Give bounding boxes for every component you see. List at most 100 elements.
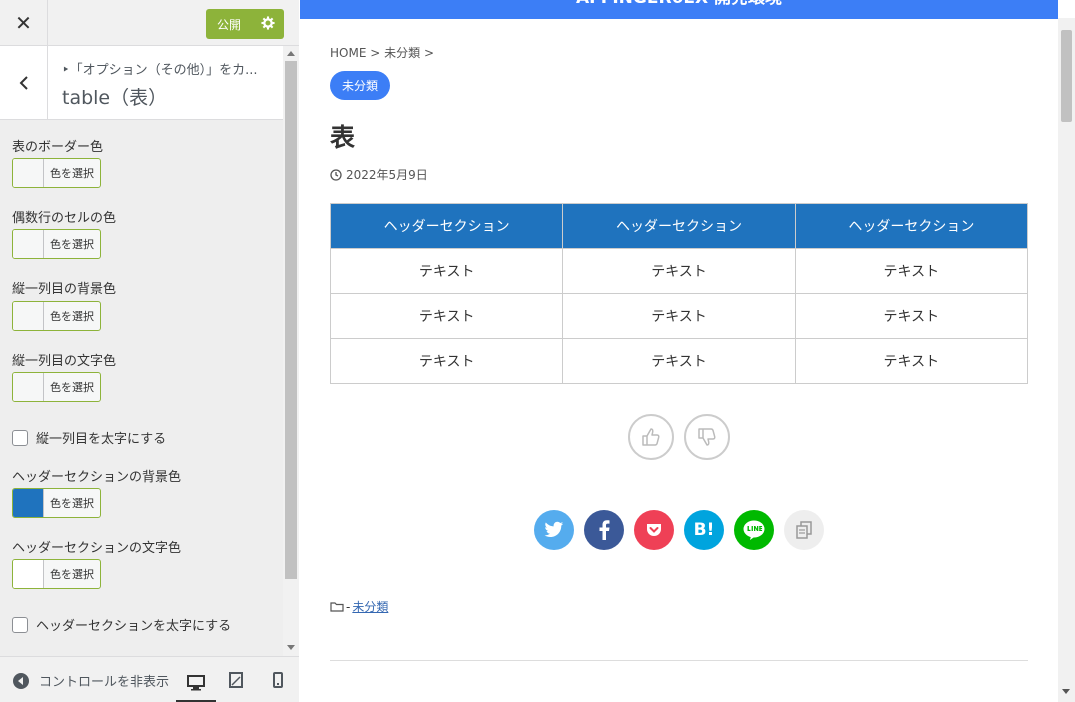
- sidebar-scrollbar[interactable]: [283, 46, 299, 656]
- share-facebook-button[interactable]: [584, 510, 624, 550]
- share-pocket-button[interactable]: [634, 510, 674, 550]
- scrollbar-thumb[interactable]: [285, 61, 297, 579]
- scrollbar-thumb[interactable]: [1061, 30, 1072, 122]
- customizer-topbar: ✕ 公開: [0, 0, 299, 46]
- share-line-button[interactable]: [734, 510, 774, 550]
- table-cell: テキスト: [329, 293, 564, 339]
- table-cell: テキスト: [329, 338, 564, 384]
- customizer-footer: コントロールを非表示: [0, 656, 299, 702]
- share-twitter-button[interactable]: [534, 510, 574, 550]
- thumbs-up-icon: [642, 428, 660, 446]
- first-col-bg-picker[interactable]: 色を選択: [12, 301, 101, 331]
- header-text-picker[interactable]: 色を選択: [12, 559, 101, 589]
- hide-controls-button[interactable]: コントロールを非表示: [12, 671, 172, 690]
- section-breadcrumb: ‣「オプション（その他）」をカ...: [62, 63, 258, 78]
- chevron-left-icon: [19, 76, 28, 90]
- bold-header-checkbox[interactable]: ヘッダーセクションを太字にする: [12, 615, 231, 634]
- mobile-icon: [273, 672, 283, 688]
- content-table: ヘッダーセクション ヘッダーセクション ヘッダーセクション テキスト テキスト …: [329, 203, 1029, 384]
- breadcrumb-category[interactable]: 未分類: [384, 46, 420, 60]
- post-category-footer: - 未分類: [330, 598, 388, 615]
- hide-controls-label: コントロールを非表示: [39, 675, 170, 690]
- first-col-text-picker[interactable]: 色を選択: [12, 372, 101, 402]
- even-row-color-picker[interactable]: 色を選択: [12, 229, 101, 259]
- dislike-button[interactable]: [684, 414, 730, 460]
- copy-icon: [796, 521, 812, 539]
- color-swatch: [13, 560, 44, 588]
- scroll-down-arrow[interactable]: [287, 645, 295, 650]
- color-swatch: [13, 159, 44, 187]
- controls-panel: ‣「オプション（その他）」をカ... table（表） 表のボーダー色 色を選択…: [0, 46, 299, 656]
- divider: [330, 660, 1028, 661]
- clock-icon: [330, 168, 342, 181]
- header-text-label: ヘッダーセクションの文字色: [12, 541, 182, 556]
- thumbs-down-icon: [698, 428, 716, 446]
- first-col-bg-label: 縦一列目の背景色: [12, 282, 117, 297]
- copy-link-button[interactable]: [784, 510, 824, 550]
- tablet-icon: [229, 672, 243, 688]
- pocket-icon: [647, 524, 661, 536]
- close-icon: ✕: [15, 11, 32, 35]
- like-button[interactable]: [628, 414, 674, 460]
- publish-label: 公開: [217, 17, 242, 32]
- section-header: ‣「オプション（その他）」をカ... table（表）: [0, 46, 283, 120]
- post-date-text: 2022年5月9日: [346, 168, 428, 182]
- preview-scrollbar[interactable]: [1058, 18, 1075, 702]
- breadcrumb-separator: >: [423, 46, 435, 60]
- back-button[interactable]: [0, 46, 48, 120]
- checkbox-box[interactable]: [12, 429, 28, 446]
- site-header: AFFINGER6EX 開発環境: [300, 0, 1058, 19]
- first-col-text-label: 縦一列目の文字色: [12, 354, 117, 369]
- border-color-picker[interactable]: 色を選択: [12, 158, 101, 188]
- scroll-down-arrow[interactable]: [1062, 689, 1070, 694]
- color-swatch: [13, 230, 44, 258]
- border-color-label: 表のボーダー色: [12, 140, 104, 155]
- table-row: テキスト テキスト テキスト: [329, 338, 1029, 384]
- twitter-icon: [544, 521, 564, 537]
- section-title: table（表）: [62, 87, 168, 109]
- color-picker-label: 色を選択: [50, 167, 94, 180]
- checkbox-box[interactable]: [12, 616, 28, 633]
- preview-mobile-button[interactable]: [258, 665, 298, 695]
- table-header-row: ヘッダーセクション ヘッダーセクション ヘッダーセクション: [329, 203, 1029, 249]
- table-header-cell: ヘッダーセクション: [562, 203, 796, 249]
- gear-icon[interactable]: [261, 16, 275, 30]
- breadcrumb-separator: >: [370, 46, 381, 60]
- even-row-color-label: 偶数行のセルの色: [12, 211, 117, 226]
- desktop-icon: [187, 674, 205, 690]
- table-header-cell: ヘッダーセクション: [329, 203, 564, 249]
- breadcrumb-home[interactable]: HOME: [330, 46, 366, 60]
- preview-desktop-button[interactable]: [176, 665, 216, 702]
- color-picker-label: 色を選択: [50, 381, 94, 394]
- close-customizer-button[interactable]: ✕: [0, 0, 48, 46]
- category-link[interactable]: 未分類: [352, 598, 388, 615]
- checkbox-label: ヘッダーセクションを太字にする: [36, 619, 232, 634]
- post-title: 表: [330, 123, 356, 152]
- table-cell: テキスト: [562, 338, 796, 384]
- share-hatena-button[interactable]: B!: [684, 510, 724, 550]
- bold-first-col-checkbox[interactable]: 縦一列目を太字にする: [12, 428, 166, 447]
- post-date: 2022年5月9日: [330, 166, 428, 183]
- folder-icon: [330, 601, 344, 612]
- table-cell: テキスト: [562, 248, 796, 294]
- table-cell: テキスト: [794, 293, 1029, 339]
- color-picker-label: 色を選択: [50, 568, 94, 581]
- header-bg-picker[interactable]: 色を選択: [12, 488, 101, 518]
- header-bg-label: ヘッダーセクションの背景色: [12, 470, 182, 485]
- line-icon: [743, 520, 765, 540]
- customizer-sidebar: ✕ 公開 ‣「オプション（その他）」をカ... table（表） 表のボーダー色…: [0, 0, 299, 702]
- hatena-icon: B!: [693, 520, 715, 540]
- table-cell: テキスト: [794, 338, 1029, 384]
- color-picker-label: 色を選択: [50, 238, 94, 251]
- checkbox-label: 縦一列目を太字にする: [36, 432, 167, 447]
- collapse-icon: [13, 672, 29, 689]
- publish-button[interactable]: 公開: [206, 9, 284, 39]
- table-header-cell: ヘッダーセクション: [794, 203, 1029, 249]
- category-badge[interactable]: 未分類: [330, 71, 391, 100]
- color-picker-label: 色を選択: [50, 310, 94, 323]
- site-title[interactable]: AFFINGER6EX 開発環境: [576, 0, 782, 8]
- table-cell: テキスト: [794, 248, 1029, 294]
- scroll-up-arrow[interactable]: [287, 51, 295, 56]
- preview-tablet-button[interactable]: [216, 665, 256, 695]
- color-swatch: [13, 302, 44, 330]
